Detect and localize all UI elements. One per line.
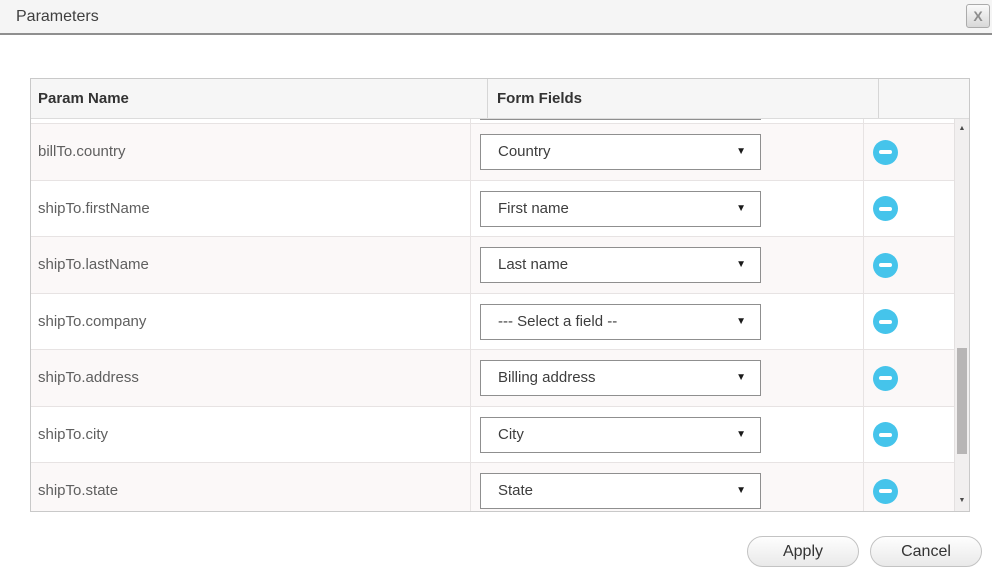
form-field-value: --- Select a field --: [498, 313, 617, 330]
form-field-cell: Billing address ▼: [471, 350, 864, 406]
chevron-down-icon: ▼: [736, 474, 746, 508]
action-cell: [864, 407, 954, 463]
param-name-cell: shipTo.lastName: [31, 237, 471, 293]
action-cell: [864, 237, 954, 293]
minus-icon: [879, 150, 892, 154]
param-name-text: shipTo.firstName: [38, 200, 150, 217]
form-field-cell: --- Select a field -- ▼: [471, 294, 864, 350]
remove-row-button[interactable]: [873, 196, 898, 221]
form-field-select[interactable]: Country ▼: [480, 134, 761, 170]
param-name-cell: billTo.country: [31, 124, 471, 180]
table-row: billTo.country Country ▼: [31, 124, 954, 181]
header-form-fields: Form Fields: [487, 79, 878, 118]
scroll-down-button[interactable]: ▼: [955, 495, 969, 507]
param-name-cell: shipTo.firstName: [31, 181, 471, 237]
header-actions-filler: [878, 79, 969, 118]
form-field-value: City: [498, 426, 524, 443]
minus-icon: [879, 489, 892, 493]
dialog-title: Parameters: [16, 0, 99, 33]
scroll-up-button[interactable]: ▲: [955, 123, 969, 135]
chevron-down-icon: ▼: [736, 305, 746, 339]
form-field-select[interactable]: Last name ▼: [480, 247, 761, 283]
table-row: shipTo.address Billing address ▼: [31, 350, 954, 407]
form-field-cell: First name ▼: [471, 181, 864, 237]
form-field-select[interactable]: First name ▼: [480, 191, 761, 227]
minus-icon: [879, 207, 892, 211]
close-icon: X: [967, 5, 989, 27]
form-field-value: Country: [498, 143, 551, 160]
action-cell: [864, 294, 954, 350]
table-row: shipTo.city City ▼: [31, 407, 954, 464]
grid-body: billTo.country Country ▼ shipTo.firstNam…: [31, 119, 954, 511]
chevron-down-icon: ▼: [736, 135, 746, 169]
parameters-dialog: Parameters X Param Name Form Fields bill…: [0, 0, 992, 586]
dialog-titlebar: Parameters: [0, 0, 992, 35]
form-field-select[interactable]: City ▼: [480, 417, 761, 453]
form-field-value: First name: [498, 200, 569, 217]
remove-row-button[interactable]: [873, 253, 898, 278]
param-name-cell: shipTo.state: [31, 463, 471, 511]
form-field-select[interactable]: Billing address ▼: [480, 360, 761, 396]
param-name-text: billTo.country: [38, 143, 126, 160]
form-field-select[interactable]: State ▼: [480, 473, 761, 509]
clipped-select-bottom: [480, 119, 761, 120]
action-cell: [864, 181, 954, 237]
param-name-text: shipTo.lastName: [38, 256, 149, 273]
minus-icon: [879, 263, 892, 267]
minus-icon: [879, 433, 892, 437]
chevron-down-icon: ▼: [736, 418, 746, 452]
table-row: shipTo.company --- Select a field -- ▼: [31, 294, 954, 351]
remove-row-button[interactable]: [873, 422, 898, 447]
header-param-name: Param Name: [31, 79, 487, 118]
minus-icon: [879, 376, 892, 380]
form-field-cell: Country ▼: [471, 124, 864, 180]
form-field-value: State: [498, 482, 533, 499]
remove-row-button[interactable]: [873, 479, 898, 504]
form-field-cell: State ▼: [471, 463, 864, 511]
apply-button[interactable]: Apply: [747, 536, 859, 567]
parameters-grid: Param Name Form Fields billTo.country Co…: [30, 78, 970, 512]
param-name-cell: shipTo.city: [31, 407, 471, 463]
chevron-down-icon: ▼: [736, 361, 746, 395]
action-cell: [864, 463, 954, 511]
param-name-text: shipTo.company: [38, 313, 146, 330]
form-field-select[interactable]: --- Select a field -- ▼: [480, 304, 761, 340]
form-field-value: Last name: [498, 256, 568, 273]
grid-scrollbar[interactable]: ▲ ▼: [954, 119, 969, 511]
scroll-thumb[interactable]: [957, 348, 967, 454]
table-row: shipTo.lastName Last name ▼: [31, 237, 954, 294]
minus-icon: [879, 320, 892, 324]
param-name-text: shipTo.city: [38, 426, 108, 443]
remove-row-button[interactable]: [873, 366, 898, 391]
form-field-cell: Last name ▼: [471, 237, 864, 293]
chevron-down-icon: ▼: [736, 192, 746, 226]
param-name-text: shipTo.state: [38, 482, 118, 499]
action-cell: [864, 350, 954, 406]
param-name-cell: shipTo.company: [31, 294, 471, 350]
remove-row-button[interactable]: [873, 140, 898, 165]
form-field-value: Billing address: [498, 369, 596, 386]
close-button[interactable]: X: [966, 4, 990, 28]
param-name-text: shipTo.address: [38, 369, 139, 386]
remove-row-button[interactable]: [873, 309, 898, 334]
table-row: shipTo.firstName First name ▼: [31, 181, 954, 238]
grid-header: Param Name Form Fields: [31, 79, 969, 119]
grid-rows: billTo.country Country ▼ shipTo.firstNam…: [31, 124, 954, 511]
table-row: shipTo.state State ▼: [31, 463, 954, 511]
form-field-cell: City ▼: [471, 407, 864, 463]
cancel-button[interactable]: Cancel: [870, 536, 982, 567]
param-name-cell: shipTo.address: [31, 350, 471, 406]
action-cell: [864, 124, 954, 180]
chevron-down-icon: ▼: [736, 248, 746, 282]
